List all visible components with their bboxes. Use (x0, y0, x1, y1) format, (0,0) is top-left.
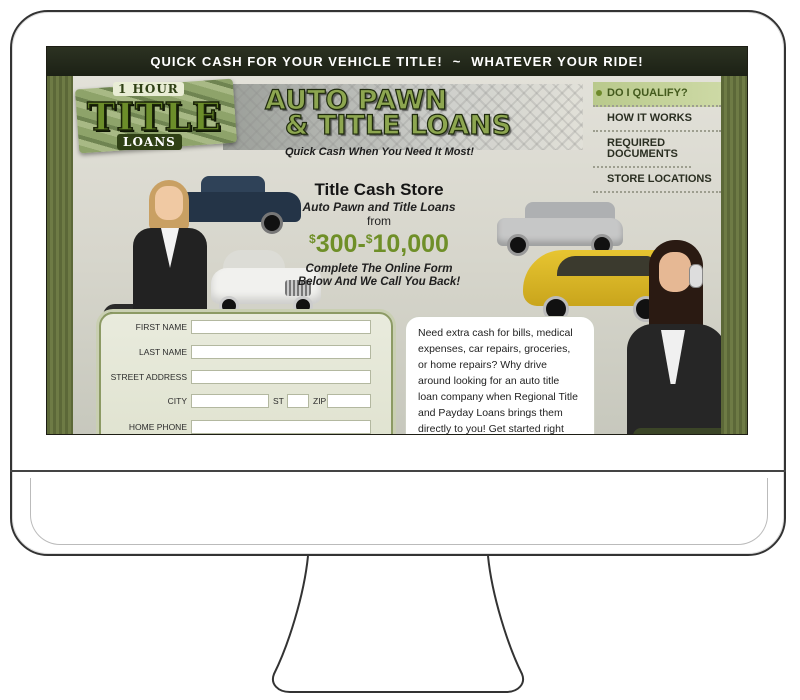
home-phone-input[interactable] (191, 420, 371, 434)
logo-loans-text: LOANS (117, 134, 182, 150)
promo-cta: Complete The Online Form Below And We Ca… (289, 263, 469, 289)
last-name-row: LAST NAME (101, 345, 391, 361)
page-content: 1 HOUR TITLE LOANS AUTO PAWN & TITLE LOA… (73, 76, 721, 434)
street-address-label: STREET ADDRESS (110, 372, 187, 382)
first-name-input[interactable] (191, 320, 371, 334)
main-headline: AUTO PAWN & TITLE LOANS (257, 86, 557, 141)
range-dash: - (357, 230, 366, 258)
banner-left-text: QUICK CASH FOR YOUR VEHICLE TITLE! (150, 54, 443, 69)
nav-bullet-icon (596, 90, 602, 96)
info-panel: Need extra cash for bills, medical expen… (405, 316, 595, 434)
site-logo[interactable]: 1 HOUR TITLE LOANS (73, 76, 243, 156)
promo-cta-line-1: Complete The Online Form (305, 263, 453, 275)
min-amount: 300 (315, 230, 358, 258)
promo-title: Title Cash Store (314, 180, 444, 199)
nav-item-do-i-qualify[interactable]: DO I QUALIFY? (593, 82, 721, 107)
headline-line-2: & TITLE LOANS (284, 110, 512, 141)
banner-right-text: WHATEVER YOUR RIDE! (471, 54, 644, 69)
nav-item-label: DO I QUALIFY? (607, 87, 688, 99)
street-address-input[interactable] (191, 370, 371, 384)
banner-separator: ~ (452, 54, 462, 69)
tagline: Quick Cash When You Need It Most! (285, 146, 474, 158)
promo-from: from (367, 214, 391, 228)
side-pattern-right (721, 47, 747, 434)
side-nav: DO I QUALIFY? HOW IT WORKS REQUIRED DOCU… (593, 82, 721, 193)
last-name-label: LAST NAME (138, 347, 187, 357)
logo-title-text: TITLE (86, 93, 223, 140)
zip-input[interactable] (327, 394, 371, 408)
state-input[interactable] (287, 394, 309, 408)
currency-symbol-min: $ (309, 232, 316, 246)
monitor-chin (30, 478, 768, 545)
first-name-row: FIRST NAME (101, 320, 391, 336)
state-label: ST (273, 396, 284, 406)
monitor-stand (272, 556, 524, 693)
city-input[interactable] (191, 394, 269, 408)
promo-cta-line-2: Below And We Call You Back! (297, 276, 461, 288)
last-name-input[interactable] (191, 345, 371, 359)
side-pattern-left (47, 47, 73, 434)
bottom-tab (633, 428, 721, 434)
nav-item-store-locations[interactable]: STORE LOCATIONS (593, 168, 721, 193)
application-form: FIRST NAME LAST NAME STREET ADDRESS CITY… (99, 312, 393, 434)
home-phone-label: HOME PHONE (128, 422, 187, 432)
currency-symbol-max: $ (365, 232, 373, 246)
support-agent-image (621, 240, 721, 434)
nav-item-how-it-works[interactable]: HOW IT WORKS (593, 107, 721, 132)
nav-item-label: REQUIRED DOCUMENTS (607, 137, 678, 160)
home-phone-row: HOME PHONE (101, 420, 391, 434)
max-amount: 10,000 (372, 230, 449, 258)
nav-item-required-documents[interactable]: REQUIRED DOCUMENTS (593, 132, 691, 168)
headset-icon (689, 264, 703, 288)
info-text: Need extra cash for bills, medical expen… (418, 327, 578, 434)
monitor-chin-divider (10, 470, 786, 472)
promo-subtitle: Auto Pawn and Title Loans (302, 200, 456, 214)
city-state-zip-row: CITY ST ZIP (101, 394, 391, 410)
loan-amount-range: $300-$10,000 (289, 230, 469, 259)
nav-item-label: HOW IT WORKS (607, 112, 692, 124)
nav-item-label: STORE LOCATIONS (607, 173, 712, 185)
top-banner: QUICK CASH FOR YOUR VEHICLE TITLE! ~ WHA… (47, 47, 747, 76)
city-label: CITY (167, 396, 187, 406)
zip-label: ZIP (313, 396, 327, 406)
first-name-label: FIRST NAME (135, 322, 187, 332)
promo-block: Title Cash Store Auto Pawn and Title Loa… (289, 180, 469, 289)
screen: QUICK CASH FOR YOUR VEHICLE TITLE! ~ WHA… (46, 46, 748, 435)
street-address-row: STREET ADDRESS (101, 370, 391, 386)
